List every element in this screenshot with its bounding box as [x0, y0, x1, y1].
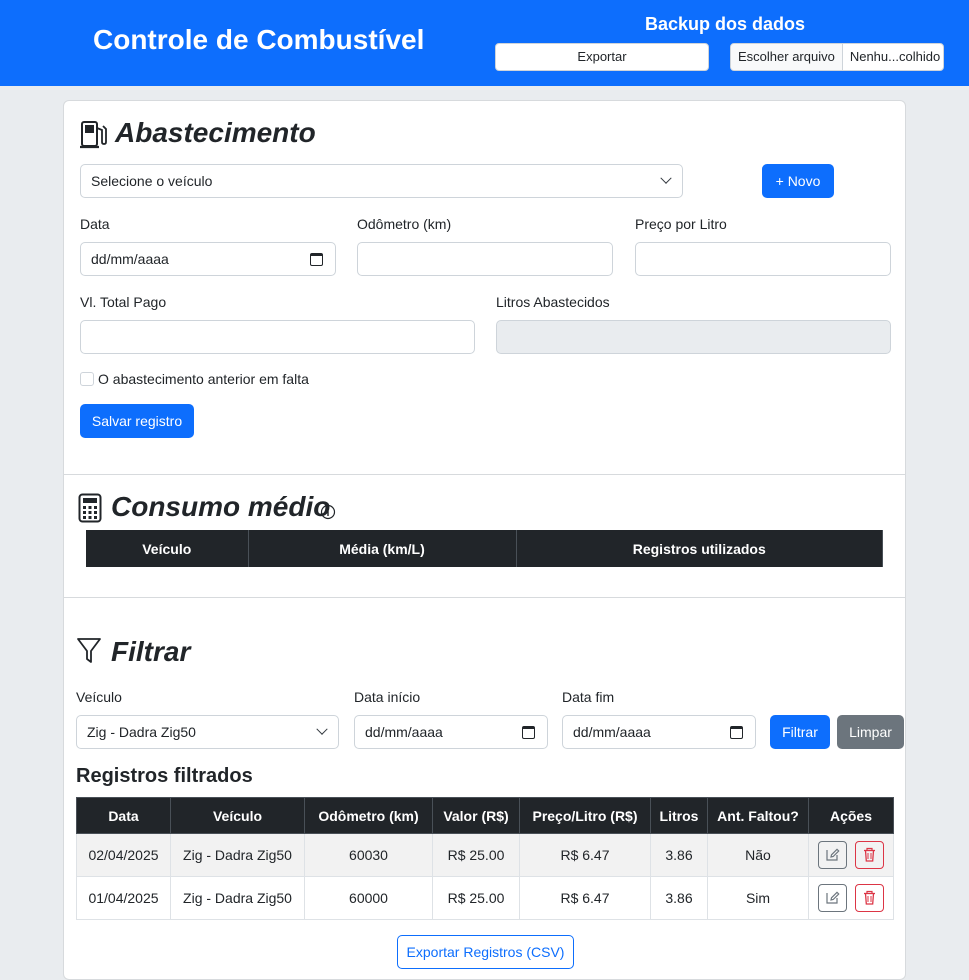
filtro-fim-label: Data fim: [562, 689, 615, 705]
delete-button[interactable]: [854, 841, 884, 869]
cell-faltou: Sim: [707, 876, 809, 920]
cell-odometro: 60000: [304, 876, 433, 920]
chevron-down-icon: [660, 172, 672, 184]
registros-table: Data Veículo Odômetro (km) Valor (R$) Pr…: [76, 797, 894, 920]
vehicle-select[interactable]: Selecione o veículo: [80, 164, 683, 198]
calendar-icon[interactable]: [730, 726, 743, 739]
col-faltou: Ant. Faltou?: [707, 797, 809, 834]
consumo-col-registros: Registros utilizados: [516, 530, 883, 567]
cell-odometro: 60030: [304, 833, 433, 877]
pencil-square-icon: [826, 848, 840, 861]
preco-label: Preço por Litro: [635, 216, 727, 232]
pencil-square-icon: [826, 891, 840, 904]
edit-button[interactable]: [818, 841, 848, 869]
calendar-icon[interactable]: [522, 726, 535, 739]
info-icon[interactable]: [320, 504, 336, 520]
anterior-falta-checkbox[interactable]: [80, 372, 94, 386]
section-divider: [64, 474, 905, 475]
odometro-label: Odômetro (km): [357, 216, 452, 232]
cell-litros: 3.86: [650, 833, 708, 877]
cell-preco: R$ 6.47: [519, 876, 651, 920]
col-litros: Litros: [650, 797, 708, 834]
backup-title: Backup dos dados: [645, 14, 806, 34]
save-record-button[interactable]: Salvar registro: [80, 404, 194, 438]
abastecimento-title: Abastecimento: [115, 117, 316, 148]
cell-data: 01/04/2025: [76, 876, 171, 920]
edit-button[interactable]: [818, 884, 848, 912]
cell-veiculo: Zig - Dadra Zig50: [170, 833, 305, 877]
cell-data: 02/04/2025: [76, 833, 171, 877]
filtrar-title: Filtrar: [111, 636, 191, 667]
col-odometro: Odômetro (km): [304, 797, 433, 834]
section-divider: [64, 597, 905, 598]
consumo-title: Consumo médio: [111, 491, 331, 522]
table-row: 02/04/2025 Zig - Dadra Zig50 60030 R$ 25…: [76, 833, 894, 877]
cell-faltou: Não: [707, 833, 809, 877]
calendar-icon[interactable]: [310, 253, 323, 266]
export-csv-button[interactable]: Exportar Registros (CSV): [397, 935, 574, 969]
cell-acoes: [808, 833, 894, 877]
litros-label: Litros Abastecidos: [496, 294, 610, 310]
chevron-down-icon: [316, 723, 328, 735]
consumo-col-media: Média (km/L): [248, 530, 517, 567]
cell-valor: R$ 25.00: [432, 876, 520, 920]
export-backup-button[interactable]: Exportar: [495, 43, 709, 71]
vehicle-select-value: Selecione o veículo: [91, 173, 213, 189]
funnel-icon: [77, 638, 101, 663]
cell-valor: R$ 25.00: [432, 833, 520, 877]
data-label: Data: [80, 216, 110, 232]
consumo-table: Veículo Média (km/L) Registros utilizado…: [86, 530, 883, 567]
col-data: Data: [76, 797, 171, 834]
calculator-icon: [78, 493, 102, 523]
odometro-input[interactable]: [357, 242, 613, 276]
table-row: 01/04/2025 Zig - Dadra Zig50 60000 R$ 25…: [76, 876, 894, 920]
cell-acoes: [808, 876, 894, 920]
top-navbar: Controle de Combustível Backup dos dados…: [0, 0, 969, 86]
filtro-inicio-placeholder: dd/mm/aaaa: [365, 724, 443, 740]
filtro-fim-placeholder: dd/mm/aaaa: [573, 724, 651, 740]
chosen-file-name: Nenhu...colhido: [849, 49, 941, 64]
main-card: Abastecimento Selecione o veículo + Novo…: [63, 100, 906, 980]
cell-litros: 3.86: [650, 876, 708, 920]
total-input[interactable]: [80, 320, 475, 354]
cell-veiculo: Zig - Dadra Zig50: [170, 876, 305, 920]
trash-icon: [863, 847, 875, 862]
consumo-col-veiculo: Veículo: [86, 530, 249, 567]
import-file-input[interactable]: Escolher arquivo Nenhu...colhido: [730, 43, 944, 71]
filtro-inicio-input[interactable]: dd/mm/aaaa: [354, 715, 548, 749]
app-title: Controle de Combustível: [93, 24, 425, 55]
data-placeholder: dd/mm/aaaa: [91, 251, 169, 267]
total-label: Vl. Total Pago: [80, 294, 167, 310]
data-input[interactable]: dd/mm/aaaa: [80, 242, 336, 276]
delete-button[interactable]: [854, 884, 884, 912]
new-vehicle-button[interactable]: + Novo: [762, 164, 834, 198]
filtro-inicio-label: Data início: [354, 689, 421, 705]
limpar-button[interactable]: Limpar: [837, 715, 904, 749]
filtro-fim-input[interactable]: dd/mm/aaaa: [562, 715, 756, 749]
filtrar-button[interactable]: Filtrar: [770, 715, 830, 749]
col-acoes: Ações: [808, 797, 894, 834]
registros-title: Registros filtrados: [76, 765, 253, 787]
preco-input[interactable]: [635, 242, 891, 276]
choose-file-button[interactable]: Escolher arquivo: [731, 44, 843, 70]
trash-icon: [863, 890, 875, 905]
fuel-pump-icon: [80, 121, 107, 149]
litros-input: [496, 320, 891, 354]
filtro-veiculo-label: Veículo: [76, 689, 122, 705]
filtro-veiculo-select[interactable]: Zig - Dadra Zig50: [76, 715, 339, 749]
filtro-veiculo-value: Zig - Dadra Zig50: [87, 724, 196, 740]
col-preco: Preço/Litro (R$): [519, 797, 651, 834]
anterior-falta-label: O abastecimento anterior em falta: [98, 371, 309, 387]
col-veiculo: Veículo: [170, 797, 305, 834]
col-valor: Valor (R$): [432, 797, 520, 834]
cell-preco: R$ 6.47: [519, 833, 651, 877]
